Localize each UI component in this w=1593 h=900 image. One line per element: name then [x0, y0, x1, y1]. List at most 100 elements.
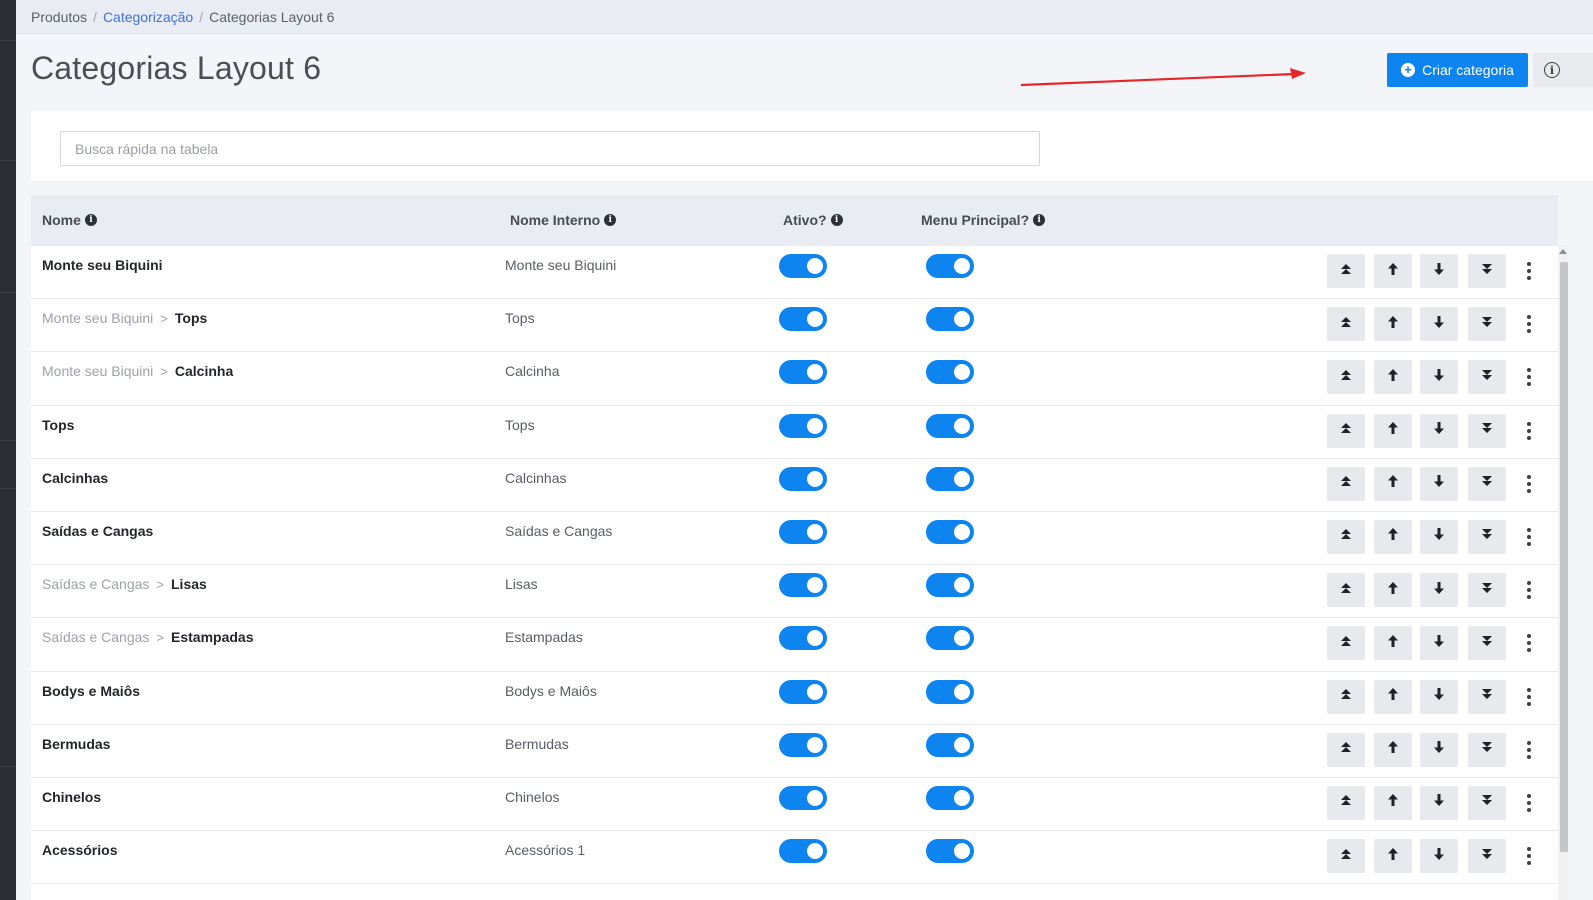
move-up-button[interactable] [1374, 626, 1412, 661]
move-down-button[interactable] [1420, 254, 1458, 288]
category-name[interactable]: Bodys e Maiôs [42, 683, 140, 699]
table-search-input[interactable] [60, 131, 1040, 166]
move-to-bottom-button[interactable] [1468, 307, 1506, 342]
move-to-bottom-button[interactable] [1468, 679, 1506, 714]
more-options-icon[interactable] [1521, 364, 1537, 390]
active-toggle[interactable] [779, 360, 827, 385]
active-toggle[interactable] [779, 254, 827, 278]
info-icon[interactable]: i [604, 214, 617, 226]
move-to-top-button[interactable] [1327, 679, 1365, 714]
move-down-button[interactable] [1420, 785, 1458, 820]
active-toggle[interactable] [779, 307, 827, 332]
main-menu-toggle[interactable] [926, 360, 974, 385]
move-to-top-button[interactable] [1327, 839, 1365, 874]
active-toggle[interactable] [779, 839, 827, 864]
move-to-top-button[interactable] [1327, 413, 1365, 448]
main-menu-toggle[interactable] [926, 785, 974, 810]
move-down-button[interactable] [1420, 413, 1458, 448]
more-options-icon[interactable] [1521, 524, 1537, 550]
move-to-bottom-button[interactable] [1468, 254, 1506, 288]
more-options-icon[interactable] [1521, 258, 1537, 284]
move-to-bottom-button[interactable] [1468, 785, 1506, 820]
scrollbar-thumb[interactable] [1560, 262, 1568, 852]
active-toggle[interactable] [779, 573, 827, 598]
category-name[interactable]: Lisas [171, 576, 207, 592]
move-to-top-button[interactable] [1327, 466, 1365, 501]
move-up-button[interactable] [1374, 732, 1412, 767]
main-menu-toggle[interactable] [926, 573, 974, 598]
move-down-button[interactable] [1420, 573, 1458, 608]
move-to-top-button[interactable] [1327, 360, 1365, 395]
category-name[interactable]: Acessórios [42, 842, 117, 858]
move-to-bottom-button[interactable] [1468, 413, 1506, 448]
main-menu-toggle[interactable] [926, 679, 974, 704]
category-name[interactable]: Saídas e Cangas [42, 523, 153, 539]
breadcrumb-categorizacao[interactable]: Categorização [103, 9, 193, 25]
move-down-button[interactable] [1420, 307, 1458, 342]
more-options-icon[interactable] [1521, 737, 1537, 763]
move-up-button[interactable] [1374, 785, 1412, 820]
move-up-button[interactable] [1374, 573, 1412, 608]
move-down-button[interactable] [1420, 626, 1458, 661]
move-up-button[interactable] [1374, 519, 1412, 554]
move-up-button[interactable] [1374, 254, 1412, 288]
column-header-nome[interactable]: Nome i [42, 212, 97, 228]
create-category-button[interactable]: + Criar categoria [1387, 53, 1528, 87]
move-to-bottom-button[interactable] [1468, 839, 1506, 874]
main-menu-toggle[interactable] [926, 413, 974, 438]
more-options-icon[interactable] [1521, 471, 1537, 497]
more-options-icon[interactable] [1521, 577, 1537, 603]
scroll-up-arrow-icon[interactable] [1559, 249, 1567, 254]
move-up-button[interactable] [1374, 679, 1412, 714]
move-to-bottom-button[interactable] [1468, 519, 1506, 554]
category-name[interactable]: Calcinha [175, 363, 233, 379]
move-down-button[interactable] [1420, 360, 1458, 395]
category-name[interactable]: Bermudas [42, 736, 110, 752]
more-options-icon[interactable] [1521, 684, 1537, 710]
move-up-button[interactable] [1374, 307, 1412, 342]
move-up-button[interactable] [1374, 413, 1412, 448]
move-to-top-button[interactable] [1327, 254, 1365, 288]
active-toggle[interactable] [779, 732, 827, 757]
move-down-button[interactable] [1420, 732, 1458, 767]
active-toggle[interactable] [779, 413, 827, 438]
help-info-button[interactable]: i [1533, 53, 1593, 87]
move-down-button[interactable] [1420, 679, 1458, 714]
more-options-icon[interactable] [1521, 630, 1537, 656]
main-menu-toggle[interactable] [926, 519, 974, 544]
breadcrumb-produtos[interactable]: Produtos [31, 9, 87, 25]
column-header-ativo[interactable]: Ativo? i [783, 212, 843, 228]
main-menu-toggle[interactable] [926, 839, 974, 864]
move-down-button[interactable] [1420, 466, 1458, 501]
info-icon[interactable]: i [1033, 214, 1046, 226]
move-up-button[interactable] [1374, 466, 1412, 501]
active-toggle[interactable] [779, 679, 827, 704]
more-options-icon[interactable] [1521, 311, 1537, 337]
move-to-top-button[interactable] [1327, 785, 1365, 820]
move-to-bottom-button[interactable] [1468, 732, 1506, 767]
main-menu-toggle[interactable] [926, 732, 974, 757]
move-to-top-button[interactable] [1327, 573, 1365, 608]
active-toggle[interactable] [779, 466, 827, 491]
category-name[interactable]: Tops [175, 310, 207, 326]
main-menu-toggle[interactable] [926, 307, 974, 332]
move-to-top-button[interactable] [1327, 307, 1365, 342]
move-to-bottom-button[interactable] [1468, 626, 1506, 661]
move-to-bottom-button[interactable] [1468, 360, 1506, 395]
more-options-icon[interactable] [1521, 790, 1537, 816]
move-to-top-button[interactable] [1327, 519, 1365, 554]
move-up-button[interactable] [1374, 839, 1412, 874]
column-header-nome-interno[interactable]: Nome Interno i [510, 212, 617, 228]
move-up-button[interactable] [1374, 360, 1412, 395]
move-to-top-button[interactable] [1327, 626, 1365, 661]
move-to-top-button[interactable] [1327, 732, 1365, 767]
main-menu-toggle[interactable] [926, 626, 974, 651]
main-menu-toggle[interactable] [926, 466, 974, 491]
move-to-bottom-button[interactable] [1468, 573, 1506, 608]
column-header-menu-principal[interactable]: Menu Principal? i [921, 212, 1046, 228]
category-name[interactable]: Estampadas [171, 629, 253, 645]
active-toggle[interactable] [779, 519, 827, 544]
info-icon[interactable]: i [84, 214, 97, 226]
move-down-button[interactable] [1420, 839, 1458, 874]
more-options-icon[interactable] [1521, 843, 1537, 869]
